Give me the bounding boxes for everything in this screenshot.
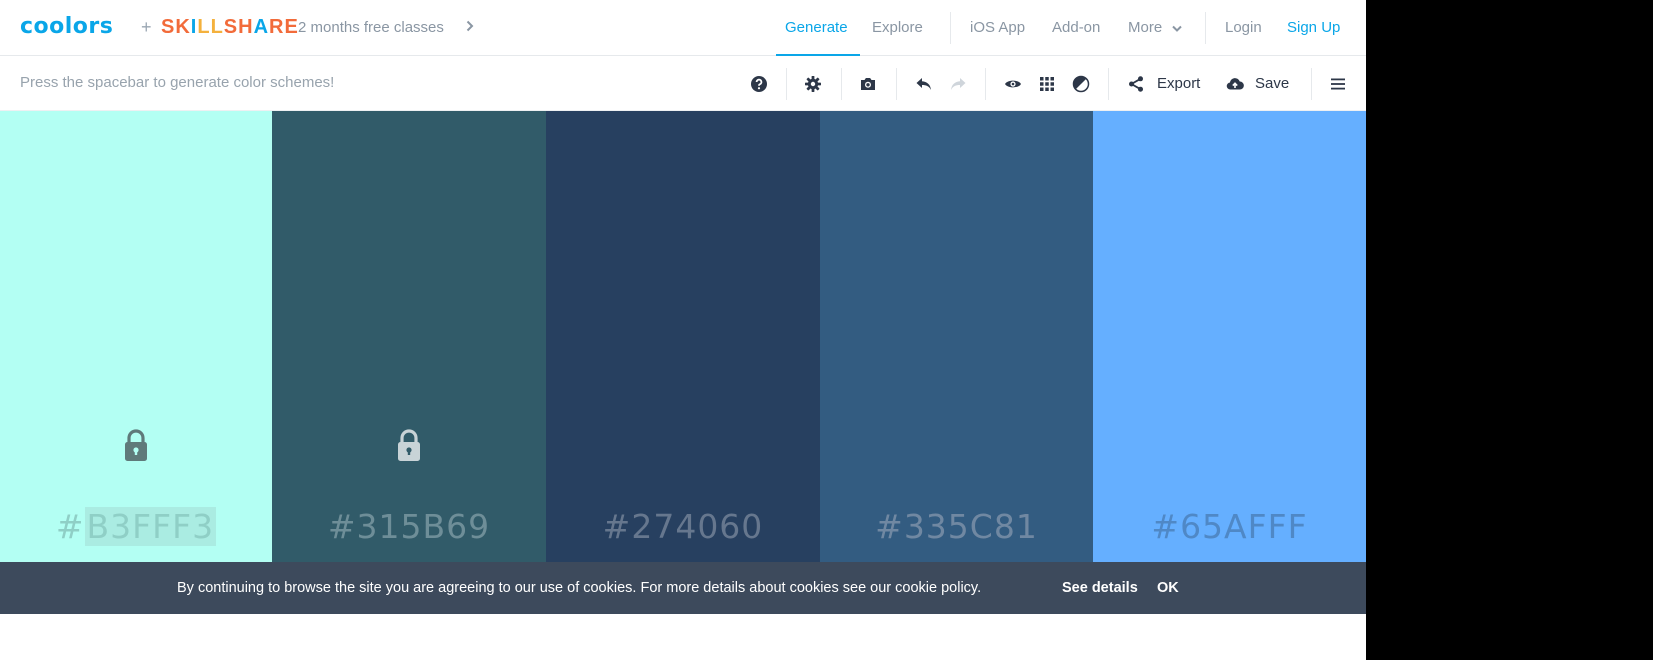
export-button[interactable]: Export	[1157, 75, 1200, 92]
chevron-down-icon	[1172, 20, 1183, 37]
hex-hash: #	[602, 507, 632, 546]
skillshare-letter: R	[269, 16, 285, 38]
hex-value: B3FFF3	[84, 507, 217, 546]
lock-icon[interactable]	[123, 429, 149, 463]
hex-value: 315B69	[356, 507, 491, 546]
nav-divider	[1205, 12, 1206, 44]
hex-hash: #	[875, 507, 904, 546]
app-window: coolors + SKILLSHARE 2 months free class…	[0, 0, 1366, 660]
skillshare-letter: L	[197, 16, 211, 38]
toolbar-divider	[1311, 68, 1312, 100]
menu-icon[interactable]	[1322, 68, 1354, 100]
signup-link[interactable]: Sign Up	[1287, 19, 1340, 36]
nav-ios-app[interactable]: iOS App	[970, 19, 1025, 36]
coolors-logo[interactable]: coolors	[20, 14, 113, 39]
color-swatch[interactable]: #335C81	[820, 111, 1093, 562]
toolbar-divider	[1108, 68, 1109, 100]
hex-value: 65AFFF	[1180, 507, 1308, 546]
nav-divider	[950, 12, 951, 44]
toolbar-divider	[896, 68, 897, 100]
hex-code[interactable]: #B3FFF3	[0, 507, 272, 546]
save-button[interactable]: Save	[1255, 75, 1289, 92]
toolbar-divider	[985, 68, 986, 100]
toolbar-divider	[841, 68, 842, 100]
nav-more-label: More	[1128, 19, 1163, 36]
skillshare-letter: L	[210, 16, 224, 38]
cookie-message: By continuing to browse the site you are…	[177, 580, 982, 596]
hex-hash: #	[55, 507, 85, 546]
spacebar-hint: Press the spacebar to generate color sch…	[20, 74, 335, 91]
hex-value: 335C81	[903, 507, 1038, 546]
chevron-right-icon[interactable]	[466, 19, 474, 35]
skillshare-logo[interactable]: SKILLSHARE	[161, 16, 299, 39]
skillshare-letter: S	[223, 16, 239, 38]
hex-code[interactable]: #274060	[546, 507, 820, 546]
skillshare-letter: A	[253, 16, 270, 38]
hex-code[interactable]: #335C81	[820, 507, 1093, 546]
skillshare-letter: H	[238, 16, 254, 38]
grid-icon[interactable]	[1031, 68, 1063, 100]
color-swatch[interactable]: #315B69	[272, 111, 546, 562]
skillshare-letter: E	[284, 16, 299, 38]
gear-icon[interactable]	[797, 68, 829, 100]
plus-sign: +	[141, 17, 152, 37]
skillshare-letter: S	[161, 16, 176, 38]
nav-add-on[interactable]: Add-on	[1052, 19, 1100, 36]
undo-icon[interactable]	[908, 68, 940, 100]
color-swatch[interactable]: #274060	[546, 111, 820, 562]
toolbar-divider	[786, 68, 787, 100]
camera-icon[interactable]	[852, 68, 884, 100]
cookie-ok-button[interactable]: OK	[1157, 580, 1179, 596]
see-details-button[interactable]: See details	[1062, 580, 1138, 596]
cloud-upload-icon[interactable]	[1219, 68, 1251, 100]
hex-hash: #	[1151, 507, 1181, 546]
redo-icon[interactable]	[942, 68, 974, 100]
help-icon[interactable]	[743, 68, 775, 100]
toolbar: Press the spacebar to generate color sch…	[0, 56, 1366, 111]
color-swatch[interactable]: #65AFFF	[1093, 111, 1366, 562]
skillshare-letter: K	[175, 16, 191, 38]
share-icon[interactable]	[1120, 68, 1152, 100]
nav-generate[interactable]: Generate	[785, 19, 848, 36]
promo-link[interactable]: 2 months free classes	[298, 19, 444, 36]
login-link[interactable]: Login	[1225, 19, 1262, 36]
eye-icon[interactable]	[997, 68, 1029, 100]
nav-explore[interactable]: Explore	[872, 19, 923, 36]
hex-value: 274060	[631, 507, 764, 546]
contrast-icon[interactable]	[1065, 68, 1097, 100]
lock-icon[interactable]	[396, 429, 422, 463]
hex-code[interactable]: #65AFFF	[1093, 507, 1366, 546]
nav-more[interactable]: More	[1128, 19, 1183, 37]
color-swatch[interactable]: #B3FFF3	[0, 111, 272, 562]
cookie-banner: By continuing to browse the site you are…	[0, 562, 1366, 614]
hex-code[interactable]: #315B69	[272, 507, 546, 546]
hex-hash: #	[327, 507, 357, 546]
top-nav: coolors + SKILLSHARE 2 months free class…	[0, 0, 1366, 56]
color-palette: #B3FFF3 #315B69 #274060 #335C81 #65AFFF	[0, 111, 1366, 562]
